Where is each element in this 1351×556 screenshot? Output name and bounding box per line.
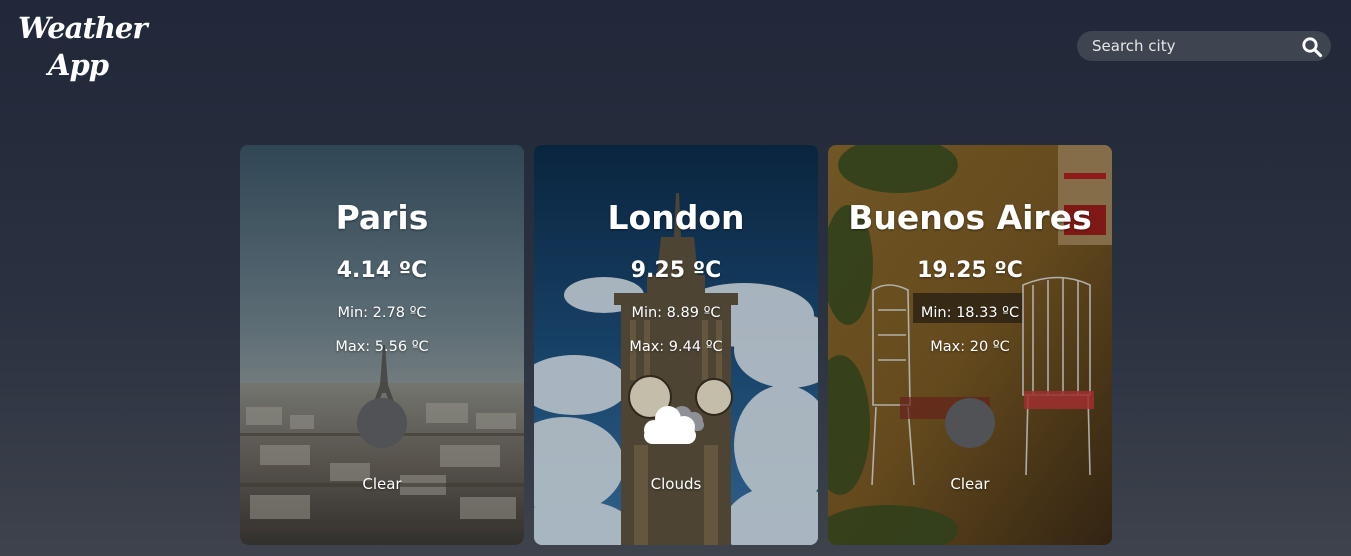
weather-description: Clouds [650, 475, 702, 493]
search-input[interactable] [1077, 31, 1292, 61]
weather-description: Clear [950, 475, 990, 493]
weather-icon [636, 397, 716, 449]
app-logo[interactable]: Weather App [18, 10, 148, 84]
city-card-london[interactable]: London 9.25 ºC Min: 8.89 ºC Max: 9.44 ºC [534, 145, 818, 545]
clouds-icon [644, 406, 704, 444]
city-card-buenos-aires[interactable]: Buenos Aires 19.25 ºC Min: 18.33 ºC Max:… [828, 145, 1112, 545]
weather-description: Clear [362, 475, 402, 493]
city-name: London [607, 198, 745, 237]
card-content: London 9.25 ºC Min: 8.89 ºC Max: 9.44 ºC [534, 145, 818, 545]
weather-icon [357, 398, 407, 448]
city-cards: Paris 4.14 ºC Min: 2.78 ºC Max: 5.56 ºC … [240, 145, 1112, 545]
min-temperature: Min: 2.78 ºC [337, 305, 427, 321]
current-temperature: 19.25 ºC [917, 258, 1023, 283]
city-name: Buenos Aires [848, 198, 1092, 237]
search-button[interactable] [1301, 36, 1323, 58]
search-icon [1302, 37, 1323, 58]
city-card-paris[interactable]: Paris 4.14 ºC Min: 2.78 ºC Max: 5.56 ºC … [240, 145, 524, 545]
broken-image-icon [357, 398, 407, 448]
min-temperature: Min: 18.33 ºC [920, 305, 1020, 321]
city-name: Paris [335, 198, 429, 237]
current-temperature: 9.25 ºC [630, 258, 722, 283]
broken-image-icon [945, 398, 995, 448]
max-temperature: Max: 9.44 ºC [629, 339, 723, 355]
search-bar [1077, 31, 1331, 61]
weather-icon [945, 398, 995, 448]
max-temperature: Max: 20 ºC [930, 339, 1010, 355]
current-temperature: 4.14 ºC [336, 258, 428, 283]
max-temperature: Max: 5.56 ºC [335, 339, 429, 355]
logo-line-1: Weather [18, 11, 148, 45]
logo-line-2: App [47, 48, 109, 82]
card-content: Buenos Aires 19.25 ºC Min: 18.33 ºC Max:… [828, 145, 1112, 545]
card-content: Paris 4.14 ºC Min: 2.78 ºC Max: 5.56 ºC … [240, 145, 524, 545]
min-temperature: Min: 8.89 ºC [631, 305, 721, 321]
